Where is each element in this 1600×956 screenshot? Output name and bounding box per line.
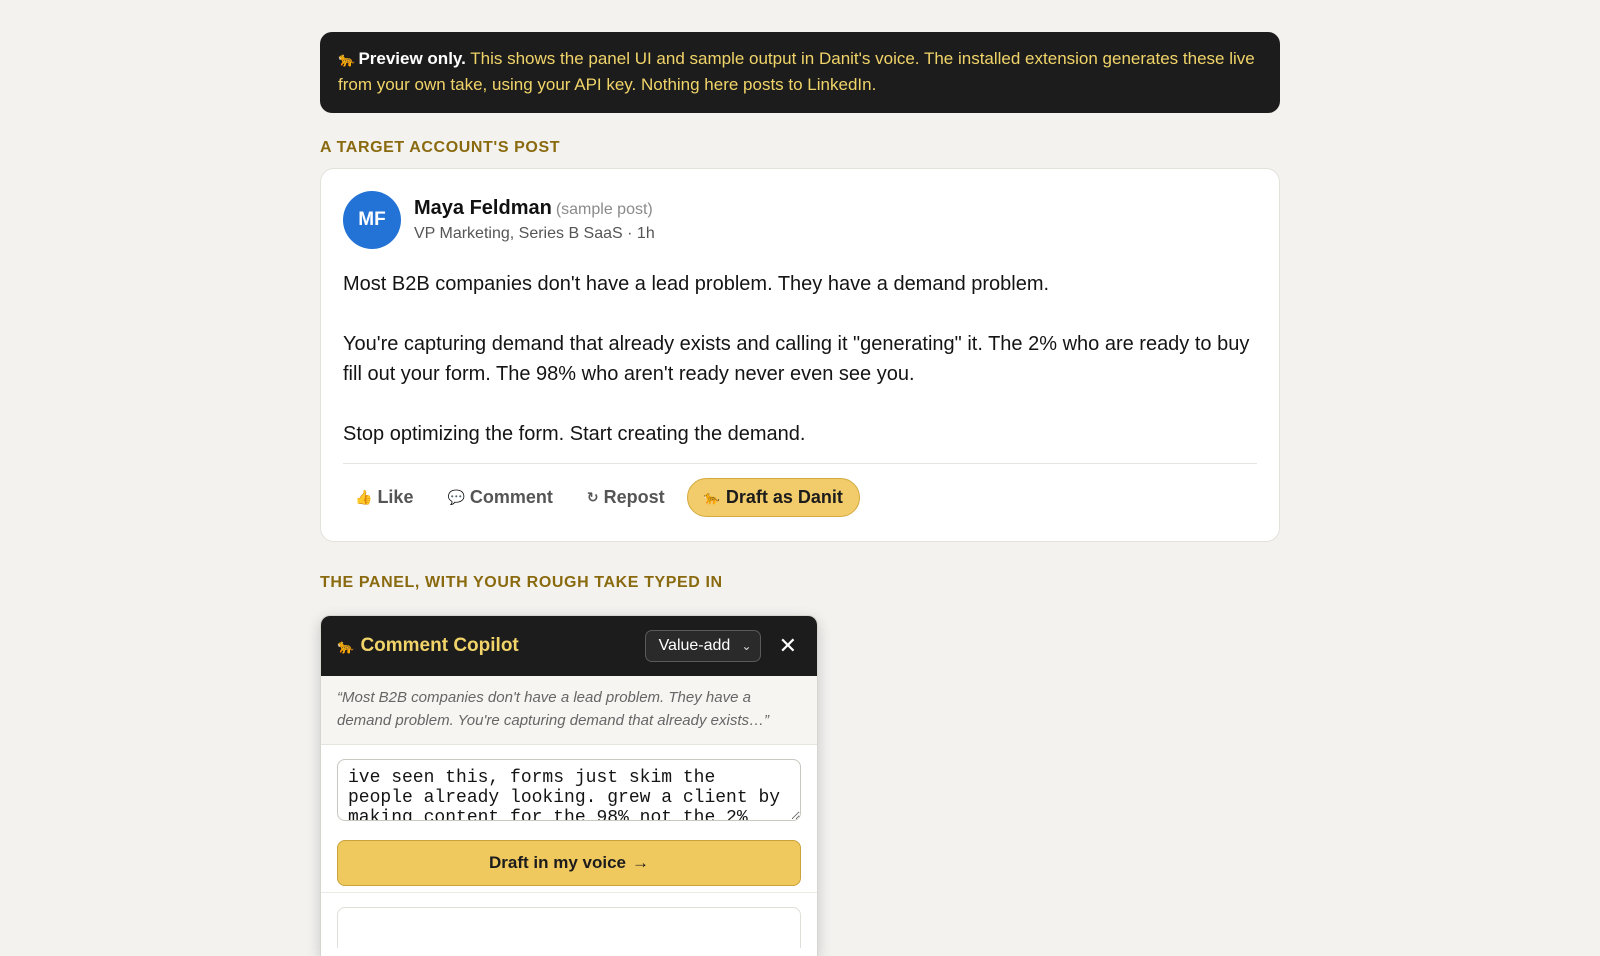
banner-strong: Preview only. [358,49,466,68]
panel-header: 🐆 Comment Copilot Value-add ⌄ ✕ [321,616,817,676]
cheetah-icon: 🐆 [338,51,356,67]
chevron-down-icon: ⌄ [741,639,752,653]
panel-title-text: Comment Copilot [360,635,519,656]
post-quote: “Most B2B companies don't have a lead pr… [321,676,817,745]
page: 🐆 Preview only. This shows the panel UI a… [320,32,1280,956]
post-body: Most B2B companies don't have a lead pro… [343,269,1257,449]
post-author-block: Maya Feldman (sample post) VP Marketing, … [414,197,655,243]
post-header: MF Maya Feldman (sample post) VP Marketin… [343,191,1257,249]
cheetah-icon: 🐆 [703,489,720,505]
speech-bubble-icon: 💬 [447,489,465,505]
sample-post-card: MF Maya Feldman (sample post) VP Marketin… [320,168,1280,542]
draft-as-label: Draft as Danit [725,487,843,507]
section-label-post: A TARGET ACCOUNT'S POST [320,139,561,156]
repost-icon: ↻ [586,489,599,505]
cheetah-icon: 🐆 [337,637,355,654]
post-actions: 👍 Like 💬 Comment ↻ Repost 🐆 Draft as Danit [343,478,1257,517]
sample-tag: (sample post) [555,201,653,218]
draft-output-card [337,907,801,948]
repost-label: Repost [603,487,665,507]
comment-button[interactable]: 💬 Comment [435,481,564,514]
draft-button-label: Draft in my voice [489,853,626,872]
panel-title: 🐆 Comment Copilot [337,635,519,657]
thumbs-up-icon: 👍 [355,489,373,505]
author-meta: VP Marketing, Series B SaaS · 1h [414,225,655,242]
draft-as-danit-button[interactable]: 🐆 Draft as Danit [686,478,860,517]
panel-body: ive seen this, forms just skim the peopl… [321,745,817,956]
author-name[interactable]: Maya Feldman [414,197,552,219]
preview-banner: 🐆 Preview only. This shows the panel UI a… [320,32,1280,113]
mode-selected-value: Value-add [658,637,731,654]
avatar[interactable]: MF [343,191,401,249]
post-paragraph: Most B2B companies don't have a lead pro… [343,273,1050,295]
mode-select[interactable]: Value-add ⌄ [644,630,761,662]
section-label-panel: THE PANEL, WITH YOUR ROUGH TAKE TYPED IN [320,574,723,591]
repost-button[interactable]: ↻ Repost [575,481,677,514]
post-paragraph: Stop optimizing the form. Start creating… [343,423,806,445]
banner-text: This shows the panel UI and sample outpu… [338,49,1255,94]
draft-in-my-voice-button[interactable]: Draft in my voice → [337,840,801,886]
post-divider [343,463,1257,464]
arrow-right-icon: → [632,853,649,872]
panel-divider [321,892,817,893]
comment-label: Comment [469,487,553,507]
rough-take-input[interactable]: ive seen this, forms just skim the peopl… [337,759,801,821]
post-paragraph: You're capturing demand that already exi… [343,333,1250,385]
like-label: Like [377,487,414,507]
close-icon[interactable]: ✕ [779,633,797,659]
like-button[interactable]: 👍 Like [343,481,425,514]
comment-copilot-panel: 🐆 Comment Copilot Value-add ⌄ ✕ “Most B2B… [320,615,818,956]
